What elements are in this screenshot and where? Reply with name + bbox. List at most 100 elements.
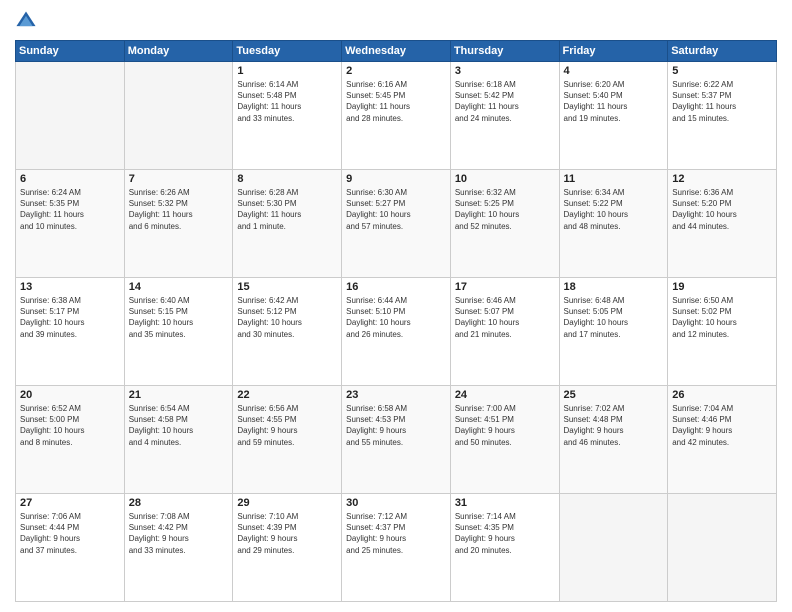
weekday-header-friday: Friday <box>559 41 668 62</box>
weekday-header-row: SundayMondayTuesdayWednesdayThursdayFrid… <box>16 41 777 62</box>
page: SundayMondayTuesdayWednesdayThursdayFrid… <box>0 0 792 612</box>
day-info: Sunrise: 7:12 AM Sunset: 4:37 PM Dayligh… <box>346 511 446 556</box>
week-row-3: 20 Sunrise: 6:52 AM Sunset: 5:00 PM Dayli… <box>16 386 777 494</box>
day-info: Sunrise: 7:10 AM Sunset: 4:39 PM Dayligh… <box>237 511 337 556</box>
day-number: 24 <box>455 389 555 401</box>
day-info: Sunrise: 6:28 AM Sunset: 5:30 PM Dayligh… <box>237 187 337 232</box>
calendar-cell: 10 Sunrise: 6:32 AM Sunset: 5:25 PM Dayli… <box>450 170 559 278</box>
calendar-cell: 15 Sunrise: 6:42 AM Sunset: 5:12 PM Dayli… <box>233 278 342 386</box>
weekday-header-wednesday: Wednesday <box>342 41 451 62</box>
day-number: 16 <box>346 281 446 293</box>
day-info: Sunrise: 6:22 AM Sunset: 5:37 PM Dayligh… <box>672 79 772 124</box>
calendar-cell: 14 Sunrise: 6:40 AM Sunset: 5:15 PM Dayli… <box>124 278 233 386</box>
header <box>15 10 777 32</box>
week-row-0: 1Sunrise: 6:14 AM Sunset: 5:48 PM Daylig… <box>16 62 777 170</box>
calendar-cell: 19 Sunrise: 6:50 AM Sunset: 5:02 PM Dayli… <box>668 278 777 386</box>
day-number: 14 <box>129 281 229 293</box>
calendar-cell: 23 Sunrise: 6:58 AM Sunset: 4:53 PM Dayli… <box>342 386 451 494</box>
day-number: 4 <box>564 65 664 77</box>
day-info: Sunrise: 6:54 AM Sunset: 4:58 PM Dayligh… <box>129 403 229 448</box>
calendar-cell: 29Sunrise: 7:10 AM Sunset: 4:39 PM Dayli… <box>233 494 342 602</box>
day-info: Sunrise: 6:50 AM Sunset: 5:02 PM Dayligh… <box>672 295 772 340</box>
calendar-cell: 28 Sunrise: 7:08 AM Sunset: 4:42 PM Dayli… <box>124 494 233 602</box>
calendar-cell <box>16 62 125 170</box>
day-number: 22 <box>237 389 337 401</box>
calendar-cell: 13Sunrise: 6:38 AM Sunset: 5:17 PM Dayli… <box>16 278 125 386</box>
calendar-cell: 2 Sunrise: 6:16 AM Sunset: 5:45 PM Daylig… <box>342 62 451 170</box>
calendar-cell: 17Sunrise: 6:46 AM Sunset: 5:07 PM Dayli… <box>450 278 559 386</box>
day-number: 26 <box>672 389 772 401</box>
weekday-header-saturday: Saturday <box>668 41 777 62</box>
day-number: 9 <box>346 173 446 185</box>
calendar-cell: 22 Sunrise: 6:56 AM Sunset: 4:55 PM Dayli… <box>233 386 342 494</box>
day-info: Sunrise: 6:40 AM Sunset: 5:15 PM Dayligh… <box>129 295 229 340</box>
calendar-cell: 1Sunrise: 6:14 AM Sunset: 5:48 PM Daylig… <box>233 62 342 170</box>
week-row-2: 13Sunrise: 6:38 AM Sunset: 5:17 PM Dayli… <box>16 278 777 386</box>
calendar-cell: 12Sunrise: 6:36 AM Sunset: 5:20 PM Dayli… <box>668 170 777 278</box>
day-number: 30 <box>346 497 446 509</box>
day-info: Sunrise: 6:32 AM Sunset: 5:25 PM Dayligh… <box>455 187 555 232</box>
day-number: 13 <box>20 281 120 293</box>
day-number: 11 <box>564 173 664 185</box>
day-info: Sunrise: 6:42 AM Sunset: 5:12 PM Dayligh… <box>237 295 337 340</box>
calendar-cell: 4Sunrise: 6:20 AM Sunset: 5:40 PM Daylig… <box>559 62 668 170</box>
day-number: 23 <box>346 389 446 401</box>
day-info: Sunrise: 7:08 AM Sunset: 4:42 PM Dayligh… <box>129 511 229 556</box>
calendar-cell <box>124 62 233 170</box>
day-info: Sunrise: 6:44 AM Sunset: 5:10 PM Dayligh… <box>346 295 446 340</box>
weekday-header-monday: Monday <box>124 41 233 62</box>
day-number: 18 <box>564 281 664 293</box>
day-number: 27 <box>20 497 120 509</box>
calendar: SundayMondayTuesdayWednesdayThursdayFrid… <box>15 40 777 602</box>
day-info: Sunrise: 6:18 AM Sunset: 5:42 PM Dayligh… <box>455 79 555 124</box>
day-number: 15 <box>237 281 337 293</box>
day-info: Sunrise: 7:14 AM Sunset: 4:35 PM Dayligh… <box>455 511 555 556</box>
week-row-1: 6Sunrise: 6:24 AM Sunset: 5:35 PM Daylig… <box>16 170 777 278</box>
day-info: Sunrise: 6:52 AM Sunset: 5:00 PM Dayligh… <box>20 403 120 448</box>
day-info: Sunrise: 7:04 AM Sunset: 4:46 PM Dayligh… <box>672 403 772 448</box>
calendar-cell: 6Sunrise: 6:24 AM Sunset: 5:35 PM Daylig… <box>16 170 125 278</box>
day-info: Sunrise: 6:30 AM Sunset: 5:27 PM Dayligh… <box>346 187 446 232</box>
logo <box>15 10 41 32</box>
day-number: 8 <box>237 173 337 185</box>
day-info: Sunrise: 6:34 AM Sunset: 5:22 PM Dayligh… <box>564 187 664 232</box>
week-row-4: 27 Sunrise: 7:06 AM Sunset: 4:44 PM Dayli… <box>16 494 777 602</box>
day-number: 3 <box>455 65 555 77</box>
calendar-cell: 18 Sunrise: 6:48 AM Sunset: 5:05 PM Dayli… <box>559 278 668 386</box>
day-number: 7 <box>129 173 229 185</box>
calendar-cell: 21Sunrise: 6:54 AM Sunset: 4:58 PM Dayli… <box>124 386 233 494</box>
day-info: Sunrise: 6:14 AM Sunset: 5:48 PM Dayligh… <box>237 79 337 124</box>
day-number: 19 <box>672 281 772 293</box>
calendar-cell: 9 Sunrise: 6:30 AM Sunset: 5:27 PM Daylig… <box>342 170 451 278</box>
day-number: 28 <box>129 497 229 509</box>
calendar-cell: 27 Sunrise: 7:06 AM Sunset: 4:44 PM Dayli… <box>16 494 125 602</box>
calendar-cell <box>559 494 668 602</box>
day-info: Sunrise: 6:48 AM Sunset: 5:05 PM Dayligh… <box>564 295 664 340</box>
day-number: 10 <box>455 173 555 185</box>
day-info: Sunrise: 7:06 AM Sunset: 4:44 PM Dayligh… <box>20 511 120 556</box>
day-info: Sunrise: 6:56 AM Sunset: 4:55 PM Dayligh… <box>237 403 337 448</box>
weekday-header-thursday: Thursday <box>450 41 559 62</box>
calendar-cell: 25 Sunrise: 7:02 AM Sunset: 4:48 PM Dayli… <box>559 386 668 494</box>
day-info: Sunrise: 6:58 AM Sunset: 4:53 PM Dayligh… <box>346 403 446 448</box>
day-info: Sunrise: 7:02 AM Sunset: 4:48 PM Dayligh… <box>564 403 664 448</box>
day-number: 2 <box>346 65 446 77</box>
calendar-cell: 8 Sunrise: 6:28 AM Sunset: 5:30 PM Daylig… <box>233 170 342 278</box>
day-number: 25 <box>564 389 664 401</box>
calendar-cell: 24 Sunrise: 7:00 AM Sunset: 4:51 PM Dayli… <box>450 386 559 494</box>
logo-icon <box>15 10 37 32</box>
calendar-cell: 31Sunrise: 7:14 AM Sunset: 4:35 PM Dayli… <box>450 494 559 602</box>
calendar-cell: 30 Sunrise: 7:12 AM Sunset: 4:37 PM Dayli… <box>342 494 451 602</box>
day-info: Sunrise: 6:16 AM Sunset: 5:45 PM Dayligh… <box>346 79 446 124</box>
calendar-cell: 5Sunrise: 6:22 AM Sunset: 5:37 PM Daylig… <box>668 62 777 170</box>
calendar-cell: 3 Sunrise: 6:18 AM Sunset: 5:42 PM Daylig… <box>450 62 559 170</box>
day-info: Sunrise: 7:00 AM Sunset: 4:51 PM Dayligh… <box>455 403 555 448</box>
calendar-cell: 20 Sunrise: 6:52 AM Sunset: 5:00 PM Dayli… <box>16 386 125 494</box>
day-info: Sunrise: 6:24 AM Sunset: 5:35 PM Dayligh… <box>20 187 120 232</box>
day-number: 20 <box>20 389 120 401</box>
day-info: Sunrise: 6:26 AM Sunset: 5:32 PM Dayligh… <box>129 187 229 232</box>
calendar-cell: 11 Sunrise: 6:34 AM Sunset: 5:22 PM Dayli… <box>559 170 668 278</box>
calendar-cell: 26 Sunrise: 7:04 AM Sunset: 4:46 PM Dayli… <box>668 386 777 494</box>
weekday-header-tuesday: Tuesday <box>233 41 342 62</box>
day-number: 12 <box>672 173 772 185</box>
